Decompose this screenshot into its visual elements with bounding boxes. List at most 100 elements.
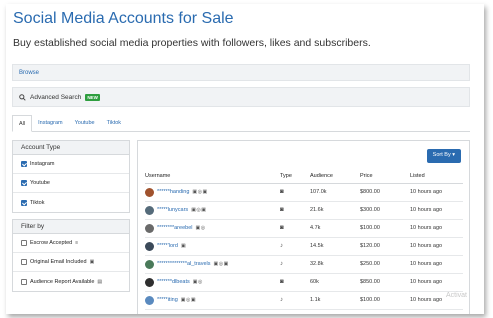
username-cell: *****iting ▣◎▣ — [145, 291, 280, 310]
platform-icon: ♪ — [280, 261, 283, 267]
filter-instagram[interactable]: Instagram — [13, 155, 129, 174]
type-cell: ◙ — [280, 201, 310, 220]
filter-tiktok[interactable]: Tiktok — [13, 193, 129, 212]
platform-icon: ◙ — [280, 207, 284, 213]
platform-icon: ◙ — [280, 279, 284, 285]
youtube-checkbox[interactable] — [21, 180, 27, 186]
username-cell: ********areebel ▣◎ — [145, 219, 280, 238]
original-email-checkbox[interactable] — [21, 259, 27, 265]
feature-icons: ▣ — [180, 243, 187, 249]
username-link[interactable]: *******dlbeats ▣◎ — [145, 277, 280, 287]
platform-icon: ♪ — [280, 297, 283, 303]
feature-icons: ▣◎▣ — [191, 207, 207, 213]
username-link[interactable]: **************al_travels ▣◎▣ — [145, 259, 280, 269]
report-icon: ▤ — [97, 278, 103, 285]
avatar — [145, 241, 154, 251]
type-cell: ◙ — [280, 183, 310, 202]
email-icon: ▣ — [89, 259, 95, 265]
username-cell: **************al_travels ▣◎▣ — [145, 255, 280, 274]
audience-cell: 14.5k — [310, 237, 360, 256]
tab-youtube[interactable]: Youtube — [69, 115, 101, 132]
account-type-filter: Account Type Instagram Youtube Tiktok — [12, 140, 130, 213]
username-cell: ******handing ▣◎▣ — [145, 183, 280, 202]
page-frame: Social Media Accounts for Sale Buy estab… — [6, 4, 484, 314]
filter-label: Audience Report Available — [30, 278, 95, 285]
escrow-checkbox[interactable] — [21, 240, 27, 246]
table-row[interactable]: *******dlbeats ▣◎ ◙ 60k $850.00 10 hours ago — [145, 273, 463, 292]
col-username[interactable]: Username — [145, 169, 280, 184]
type-cell: ♪ — [280, 255, 310, 274]
tab-instagram[interactable]: Instagram — [32, 115, 68, 132]
type-cell: ◙ — [280, 273, 310, 292]
username-text: *****iting — [157, 297, 178, 303]
filter-original-email[interactable]: Original Email Included ▣ — [13, 253, 129, 272]
table-row[interactable]: ******handing ▣◎▣ ◙ 107.0k $800.00 10 hours a… — [145, 183, 463, 202]
audience-cell: 1.1k — [310, 291, 360, 310]
username-link[interactable]: *****iting ▣◎▣ — [145, 295, 280, 305]
table-row[interactable]: *****lunycars ▣◎▣ ◙ 21.6k $300.00 10 hours ag… — [145, 201, 463, 220]
search-icon — [19, 93, 26, 101]
platform-icon: ◙ — [280, 225, 284, 231]
avatar — [145, 277, 154, 287]
filter-label: Tiktok — [30, 199, 45, 206]
feature-icons: ▣◎ — [195, 225, 206, 231]
username-text: *****'lord — [157, 243, 178, 249]
listed-cell: 10 hours ago — [410, 201, 463, 220]
price-cell: $800.00 — [360, 183, 410, 202]
filter-label: Original Email Included — [30, 259, 87, 265]
col-type[interactable]: Type — [280, 169, 310, 184]
audience-cell: 60k — [310, 273, 360, 292]
sort-by-button[interactable]: Sort By ▾ — [426, 149, 461, 163]
col-price[interactable]: Price — [360, 169, 410, 184]
filter-by-heading: Filter by — [13, 220, 129, 234]
table-row[interactable]: ********areebel ▣◎ ◙ 4.7k $100.00 10 hours ag… — [145, 219, 463, 238]
table-row[interactable]: *****'lord ▣ ♪ 14.5k $120.00 10 hours ago — [145, 237, 463, 256]
table-header-row: Username Type Audience Price Listed — [145, 169, 463, 184]
tab-tiktok[interactable]: Tiktok — [101, 115, 127, 132]
price-cell: $850.00 — [360, 273, 410, 292]
tab-all[interactable]: All — [12, 115, 33, 132]
col-listed[interactable]: Listed — [410, 169, 463, 184]
col-audience[interactable]: Audience — [310, 169, 360, 184]
filter-audience-report[interactable]: Audience Report Available ▤ — [13, 272, 129, 291]
advanced-search-toggle[interactable]: Advanced Search NEW — [12, 87, 470, 107]
feature-icons: ▣◎▣ — [180, 297, 197, 303]
audience-cell: 4.7k — [310, 219, 360, 238]
table-row[interactable]: **************al_travels ▣◎▣ ♪ 32.8k $250.00… — [145, 255, 463, 274]
feature-icons: ▣◎▣ — [213, 261, 229, 267]
account-type-heading: Account Type — [13, 141, 129, 155]
feature-icons: ▣◎ — [192, 279, 203, 285]
username-link[interactable]: ******handing ▣◎▣ — [145, 187, 280, 197]
audience-cell: 21.6k — [310, 201, 360, 220]
filter-youtube[interactable]: Youtube — [13, 174, 129, 193]
username-text: ******handing — [157, 189, 190, 195]
username-cell: *******dlbeats ▣◎ — [145, 273, 280, 292]
username-link[interactable]: *****lunycars ▣◎▣ — [145, 205, 280, 215]
tiktok-checkbox[interactable] — [21, 199, 27, 206]
price-cell: $300.00 — [360, 201, 410, 220]
filter-escrow[interactable]: Escrow Accepted ≡ — [13, 234, 129, 253]
filter-label: Escrow Accepted — [30, 240, 73, 246]
escrow-icon: ≡ — [75, 240, 79, 246]
username-link[interactable]: ********areebel ▣◎ — [145, 223, 280, 233]
page-title: Social Media Accounts for Sale — [13, 10, 234, 27]
username-text: ********areebel — [157, 225, 193, 231]
filter-label: Instagram — [30, 161, 55, 167]
avatar — [145, 259, 154, 269]
table-row[interactable]: *****iting ▣◎▣ ♪ 1.1k $100.00 10 hours ago — [145, 291, 463, 310]
browse-breadcrumb[interactable]: Browse — [12, 64, 470, 81]
type-cell: ♪ — [280, 291, 310, 310]
feature-icons: ▣◎▣ — [192, 189, 208, 195]
listed-cell: 10 hours ago — [410, 255, 463, 274]
type-cell: ♪ — [280, 237, 310, 256]
browse-link[interactable]: Browse — [19, 70, 39, 76]
listings-table: Username Type Audience Price Listed ****… — [145, 169, 463, 310]
username-link[interactable]: *****'lord ▣ — [145, 241, 280, 251]
audience-report-checkbox[interactable] — [21, 278, 27, 285]
platform-tabs: All Instagram Youtube Tiktok — [12, 115, 470, 132]
instagram-checkbox[interactable] — [21, 161, 27, 167]
avatar — [145, 295, 154, 305]
audience-cell: 32.8k — [310, 255, 360, 274]
results-panel: Sort By ▾ Username Type Audience Price L… — [137, 140, 470, 314]
username-cell: *****lunycars ▣◎▣ — [145, 201, 280, 220]
